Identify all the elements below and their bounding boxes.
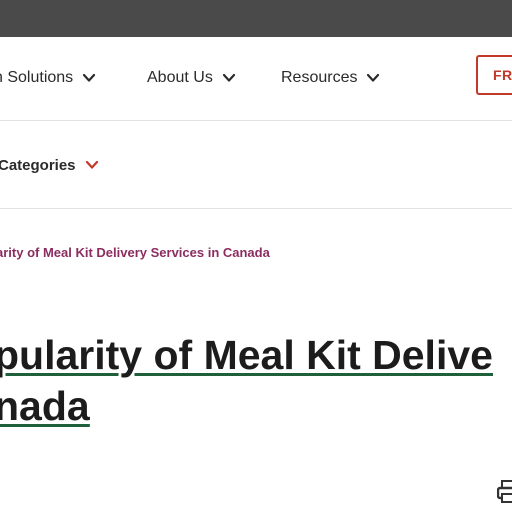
breadcrumb-current[interactable]: arity of Meal Kit Delivery Services in C…	[0, 245, 270, 260]
categories-dropdown[interactable]: Categories	[0, 153, 99, 177]
categories-label: Categories	[0, 156, 76, 174]
nav-item-about-us[interactable]: About Us	[147, 66, 236, 90]
page: h Solutions About Us Resources FR Catego…	[0, 0, 512, 512]
divider	[0, 208, 512, 209]
nav-item-label: Resources	[281, 69, 358, 86]
nav-item-label: h Solutions	[0, 69, 74, 86]
nav-item-solutions[interactable]: h Solutions	[0, 66, 96, 90]
nav-item-label: About Us	[147, 69, 213, 86]
nav-item-resources[interactable]: Resources	[281, 66, 380, 90]
page-title: pularity of Meal Kit Delive nada	[0, 330, 512, 432]
browser-bar	[0, 0, 512, 37]
chevron-down-icon	[85, 160, 98, 169]
main-nav: h Solutions About Us Resources FR	[0, 37, 512, 120]
page-title-line: pularity of Meal Kit Delive	[0, 330, 512, 381]
page-title-line: nada	[0, 381, 512, 432]
print-icon[interactable]	[497, 478, 512, 504]
chevron-down-icon	[222, 73, 235, 82]
cta-button[interactable]: FR	[476, 55, 512, 95]
divider	[0, 120, 512, 121]
page-title-text: nada	[0, 383, 90, 429]
chevron-down-icon	[367, 73, 380, 82]
page-title-text: pularity of Meal Kit Delive	[0, 332, 493, 378]
chevron-down-icon	[83, 73, 96, 82]
